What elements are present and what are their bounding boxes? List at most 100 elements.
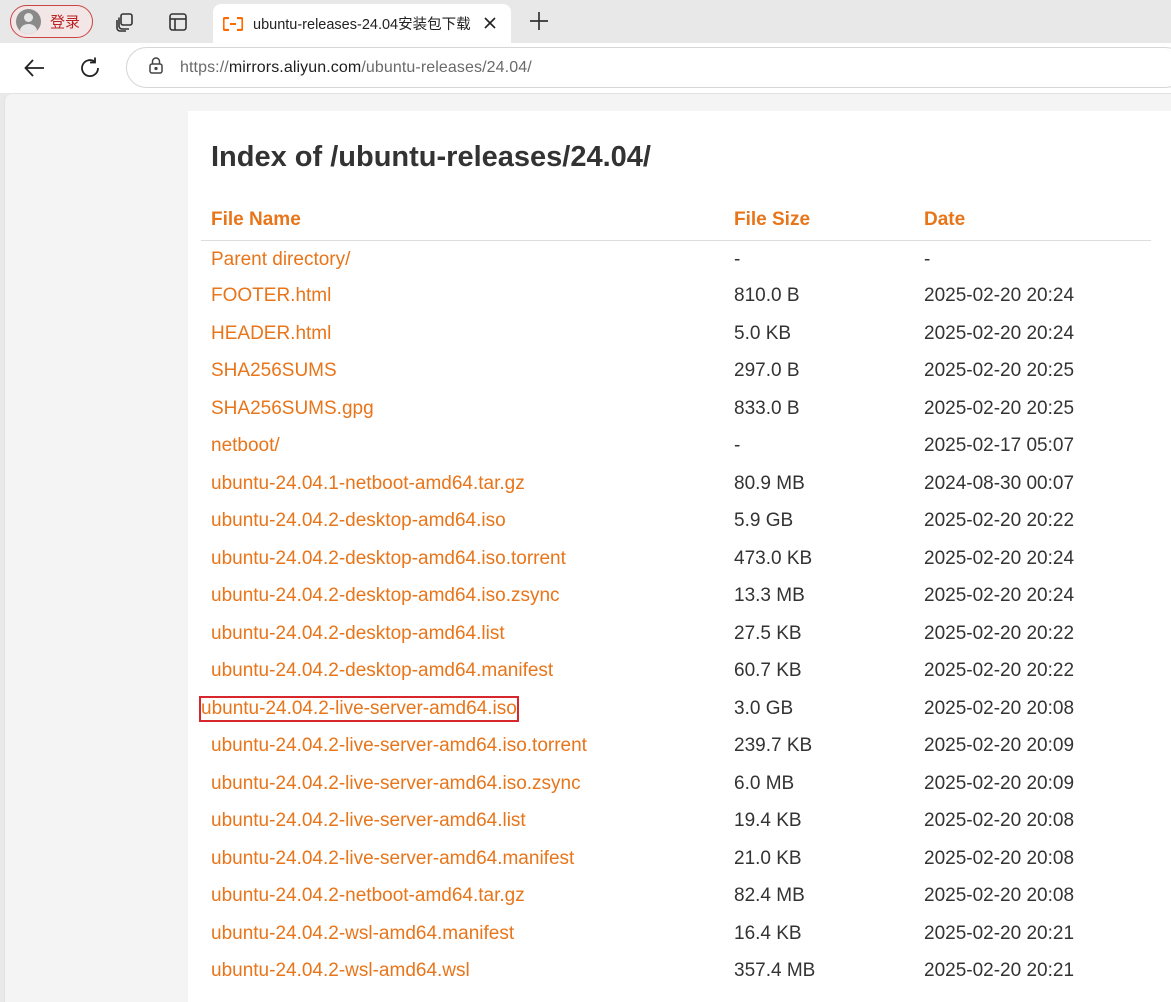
file-name-cell: SHA256SUMS xyxy=(201,353,724,391)
file-size-cell: - xyxy=(734,249,741,270)
close-tab-icon[interactable] xyxy=(481,14,499,32)
file-size-cell: 5.0 KB xyxy=(734,322,792,344)
file-link[interactable]: ubuntu-24.04.2-desktop-amd64.list xyxy=(211,623,505,644)
file-name-cell: ubuntu-24.04.2-live-server-amd64.iso.tor… xyxy=(201,728,724,766)
workspaces-icon[interactable] xyxy=(112,9,138,35)
file-date-cell: 2025-02-20 20:08 xyxy=(924,847,1075,869)
table-row: SHA256SUMS 297.0 B 2025-02-20 20:25 xyxy=(201,353,1151,391)
file-date-cell: 2024-08-30 00:07 xyxy=(924,472,1075,494)
back-button[interactable] xyxy=(22,55,48,81)
directory-listing-page: Index of /ubuntu-releases/24.04/ File Na… xyxy=(188,111,1171,1002)
column-header-file-size[interactable]: File Size xyxy=(724,201,914,241)
file-size-cell: 80.9 MB xyxy=(734,472,805,494)
table-row: ubuntu-24.04.2-netboot-amd64.tar.gz 82.4 … xyxy=(201,878,1151,916)
tab-actions-icon[interactable] xyxy=(165,9,191,35)
file-size-cell: 21.0 KB xyxy=(734,847,802,869)
file-name-cell: Parent directory/ xyxy=(201,240,724,278)
file-link[interactable]: ubuntu-24.04.1-netboot-amd64.tar.gz xyxy=(211,473,525,494)
file-date-cell: 2025-02-20 20:24 xyxy=(924,322,1075,344)
profile-label: 登录 xyxy=(50,14,81,31)
tab-active[interactable]: ubuntu-releases-24.04安装包下载 xyxy=(213,4,511,43)
file-size-cell: 3.0 GB xyxy=(734,697,794,719)
table-row: ubuntu-24.04.2-wsl-amd64.wsl 357.4 MB 2025… xyxy=(201,953,1151,991)
avatar-icon xyxy=(16,9,41,34)
table-row: netboot/ - 2025-02-17 05:07 xyxy=(201,428,1151,466)
file-link[interactable]: SHA256SUMS xyxy=(211,360,337,381)
table-row: ubuntu-24.04.2-desktop-amd64.iso.zsync 13… xyxy=(201,578,1151,616)
file-link[interactable]: ubuntu-24.04.2-desktop-amd64.iso.torrent xyxy=(211,548,566,569)
profile-button[interactable]: 登录 xyxy=(10,5,93,38)
file-link[interactable]: ubuntu-24.04.2-wsl-amd64.manifest xyxy=(211,923,514,944)
page-viewport: Index of /ubuntu-releases/24.04/ File Na… xyxy=(4,93,1171,1002)
file-date-cell: 2025-02-20 20:24 xyxy=(924,585,1075,607)
file-link[interactable]: Parent directory/ xyxy=(211,249,350,270)
file-name-cell: netboot/ xyxy=(201,428,724,466)
table-row: ubuntu-24.04.1-netboot-amd64.tar.gz 80.9 … xyxy=(201,465,1151,503)
file-date-cell: 2025-02-20 20:08 xyxy=(924,697,1075,719)
file-link[interactable]: ubuntu-24.04.2-live-server-amd64.manifes… xyxy=(211,848,574,869)
table-row: ubuntu-24.04.2-desktop-amd64.iso 5.9 GB 20… xyxy=(201,503,1151,541)
table-row: ubuntu-24.04.2-desktop-amd64.iso.torrent… xyxy=(201,540,1151,578)
table-row: ubuntu-24.04.2-live-server-amd64.manifes… xyxy=(201,840,1151,878)
file-date-cell: 2025-02-20 20:25 xyxy=(924,360,1075,382)
file-link[interactable]: FOOTER.html xyxy=(211,285,331,306)
table-row: ubuntu-24.04.2-desktop-amd64.list 27.5 KB… xyxy=(201,615,1151,653)
file-date-cell: 2025-02-20 20:08 xyxy=(924,810,1075,832)
file-name-cell: ubuntu-24.04.2-live-server-amd64.iso.zsy… xyxy=(201,765,724,803)
refresh-button[interactable] xyxy=(77,55,103,81)
new-tab-button[interactable] xyxy=(527,9,551,33)
file-link[interactable]: ubuntu-24.04.2-wsl-amd64.wsl xyxy=(211,960,470,981)
address-bar[interactable]: https://mirrors.aliyun.com/ubuntu-releas… xyxy=(126,47,1171,88)
lock-icon[interactable] xyxy=(148,56,164,79)
file-link[interactable]: SHA256SUMS.gpg xyxy=(211,398,374,419)
file-date-cell: 2025-02-20 20:24 xyxy=(924,547,1075,569)
url-path: /ubuntu-releases/24.04/ xyxy=(361,58,532,76)
aliyun-favicon-icon xyxy=(223,15,243,33)
table-row: Parent directory/ - - xyxy=(201,240,1151,278)
table-row: ubuntu-24.04.2-live-server-amd64.iso.tor… xyxy=(201,728,1151,766)
file-size-cell: 60.7 KB xyxy=(734,660,802,682)
file-link[interactable]: netboot/ xyxy=(211,435,280,456)
file-size-cell: 357.4 MB xyxy=(734,960,816,982)
file-link[interactable]: ubuntu-24.04.2-live-server-amd64.iso.tor… xyxy=(211,735,587,756)
navigation-bar: https://mirrors.aliyun.com/ubuntu-releas… xyxy=(0,43,1171,93)
table-row: ubuntu-24.04.2-live-server-amd64.iso 3.0 … xyxy=(199,690,1151,728)
file-date-cell: 2025-02-20 20:22 xyxy=(924,510,1075,532)
file-name-cell: ubuntu-24.04.2-wsl-amd64.wsl xyxy=(201,953,724,991)
file-link[interactable]: ubuntu-24.04.2-netboot-amd64.tar.gz xyxy=(211,885,525,906)
file-size-cell: 810.0 B xyxy=(734,285,800,307)
file-link[interactable]: ubuntu-24.04.2-live-server-amd64.iso.zsy… xyxy=(211,773,581,794)
file-size-cell: 6.0 MB xyxy=(734,772,795,794)
file-name-cell: ubuntu-24.04.2-live-server-amd64.iso xyxy=(199,690,724,728)
tab-strip: 登录 ubuntu-releases-24.04安装包下载 xyxy=(0,0,1171,43)
file-size-cell: 5.9 GB xyxy=(734,510,794,532)
file-name-cell: ubuntu-24.04.2-desktop-amd64.manifest xyxy=(201,653,724,691)
file-link[interactable]: ubuntu-24.04.2-desktop-amd64.iso xyxy=(211,510,506,531)
column-header-date[interactable]: Date xyxy=(914,201,1151,241)
file-name-cell: HEADER.html xyxy=(201,315,724,353)
file-date-cell: 2025-02-17 05:07 xyxy=(924,435,1075,457)
page-title: Index of /ubuntu-releases/24.04/ xyxy=(211,141,651,173)
url-text[interactable]: https://mirrors.aliyun.com/ubuntu-releas… xyxy=(180,59,532,77)
table-row: HEADER.html 5.0 KB 2025-02-20 20:24 xyxy=(201,315,1151,353)
file-link[interactable]: ubuntu-24.04.2-desktop-amd64.manifest xyxy=(211,660,553,681)
file-name-cell: ubuntu-24.04.2-netboot-amd64.tar.gz xyxy=(201,878,724,916)
file-size-cell: 473.0 KB xyxy=(734,547,813,569)
file-link[interactable]: ubuntu-24.04.2-desktop-amd64.iso.zsync xyxy=(211,585,560,606)
file-date-cell: 2025-02-20 20:09 xyxy=(924,735,1075,757)
file-date-cell: - xyxy=(924,249,931,270)
table-row: SHA256SUMS.gpg 833.0 B 2025-02-20 20:25 xyxy=(201,390,1151,428)
file-link[interactable]: ubuntu-24.04.2-live-server-amd64.list xyxy=(211,810,526,831)
file-name-cell: ubuntu-24.04.2-desktop-amd64.list xyxy=(201,615,724,653)
file-link[interactable]: ubuntu-24.04.2-live-server-amd64.iso xyxy=(199,695,519,722)
file-size-cell: 833.0 B xyxy=(734,397,800,419)
file-name-cell: ubuntu-24.04.2-wsl-amd64.manifest xyxy=(201,915,724,953)
file-date-cell: 2025-02-20 20:09 xyxy=(924,772,1075,794)
file-name-cell: ubuntu-24.04.2-desktop-amd64.iso.torrent xyxy=(201,540,724,578)
file-size-cell: 297.0 B xyxy=(734,360,800,382)
file-size-cell: 27.5 KB xyxy=(734,622,802,644)
file-name-cell: ubuntu-24.04.2-live-server-amd64.list xyxy=(201,803,724,841)
table-row: ubuntu-24.04.2-wsl-amd64.manifest 16.4 KB… xyxy=(201,915,1151,953)
file-link[interactable]: HEADER.html xyxy=(211,323,331,344)
column-header-file-name[interactable]: File Name xyxy=(201,201,724,241)
